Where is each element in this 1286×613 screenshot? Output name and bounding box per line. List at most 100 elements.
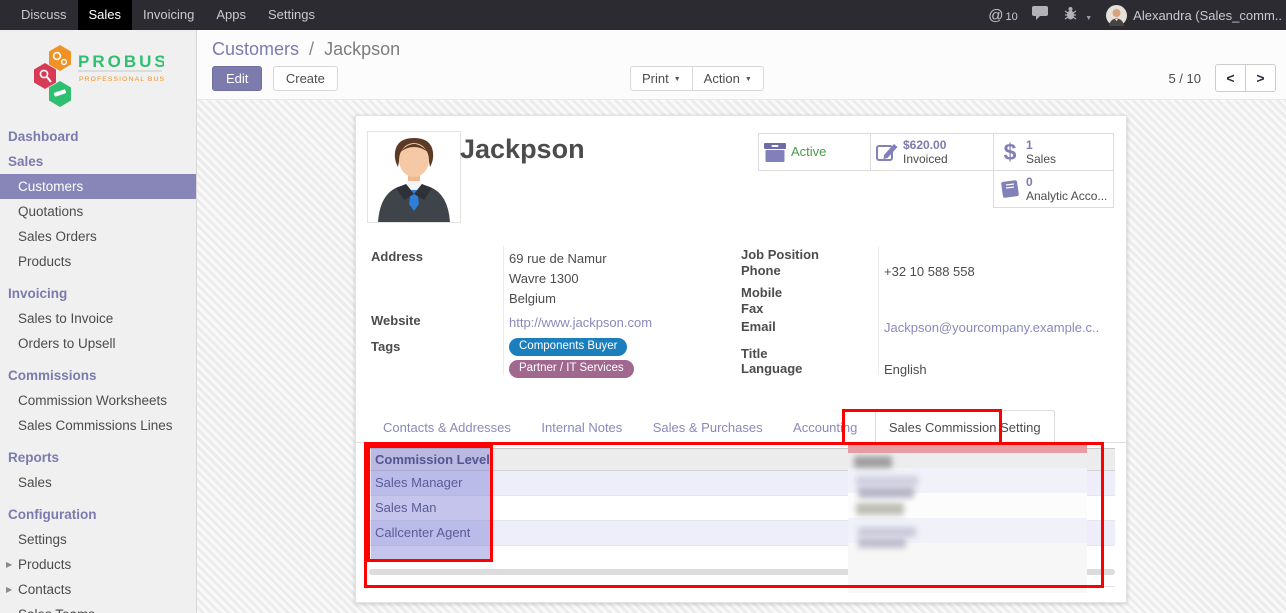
commission-level-cell: Sales Man: [369, 496, 436, 515]
customer-form: Jackpson Active $620.00 Invoiced: [355, 115, 1127, 603]
customer-photo[interactable]: [367, 131, 461, 223]
breadcrumb-customers[interactable]: Customers: [212, 39, 299, 59]
edit-note-icon: [871, 142, 903, 163]
analytic-accounts-stat-button[interactable]: 0 Analytic Acco...: [993, 170, 1114, 208]
tab-contacts-addresses[interactable]: Contacts & Addresses: [370, 411, 524, 443]
create-button[interactable]: Create: [273, 66, 338, 91]
sidebar-section-sales[interactable]: Sales: [0, 149, 196, 174]
fax-label: Fax: [741, 301, 763, 316]
redacted-value: [856, 503, 904, 515]
commission-table: Commission Level Sales Manager Sales Man…: [369, 448, 1115, 587]
sidebar-item-sales-commissions-lines[interactable]: Sales Commissions Lines: [0, 413, 196, 438]
menu-invoicing[interactable]: Invoicing: [132, 0, 205, 30]
tab-sales-commission-setting[interactable]: Sales Commission Setting: [875, 410, 1055, 444]
tag-partner-it-services[interactable]: Partner / IT Services: [509, 360, 634, 378]
active-stat-button[interactable]: Active: [758, 133, 871, 171]
sidebar-section-invoicing[interactable]: Invoicing: [0, 281, 196, 306]
expand-caret-icon[interactable]: ▶: [6, 560, 12, 569]
caret-down-icon: ▼: [745, 76, 752, 83]
sales-stat-button[interactable]: $ 1 Sales: [993, 133, 1114, 171]
menu-discuss[interactable]: Discuss: [10, 0, 78, 30]
notebook-tabs: Contacts & Addresses Internal Notes Sale…: [356, 410, 1126, 443]
sidebar-item-sales-orders[interactable]: Sales Orders: [0, 224, 196, 249]
tab-accounting[interactable]: Accounting: [780, 411, 870, 443]
sidebar-section-reports[interactable]: Reports: [0, 445, 196, 470]
pager-previous-button[interactable]: <: [1215, 64, 1246, 92]
tags-label: Tags: [371, 339, 400, 354]
caret-down-icon: ▼: [1085, 15, 1092, 22]
sidebar-item-reports-sales[interactable]: Sales: [0, 470, 196, 495]
topbar-right: @ 10 ▼ Alexandra (Sales_comm..: [988, 0, 1286, 30]
sales-count-value: 1: [1026, 138, 1056, 152]
commission-level-cell: Callcenter Agent: [369, 521, 470, 540]
column-header-commission-level[interactable]: Commission Level: [369, 449, 490, 467]
menu-settings[interactable]: Settings: [257, 0, 326, 30]
redacted-value: [854, 456, 892, 468]
archive-icon: [759, 142, 791, 163]
sidebar-section-commissions[interactable]: Commissions: [0, 363, 196, 388]
record-title: Jackpson: [460, 134, 585, 165]
website-label: Website: [371, 313, 421, 328]
redacted-value: [858, 487, 914, 498]
redacted-value: [858, 527, 916, 537]
sidebar-section-configuration[interactable]: Configuration: [0, 502, 196, 527]
sidebar-item-sales-teams[interactable]: Sales Teams: [0, 602, 196, 613]
annotation-highlight-band: [848, 444, 1087, 453]
top-navbar: Discuss Sales Invoicing Apps Settings @ …: [0, 0, 1286, 30]
user-avatar: [1106, 5, 1127, 26]
tab-internal-notes[interactable]: Internal Notes: [528, 411, 635, 443]
sidebar-item-settings[interactable]: Settings: [0, 527, 196, 552]
user-menu[interactable]: Alexandra (Sales_comm..: [1106, 5, 1282, 26]
sidebar-item-commission-worksheets[interactable]: Commission Worksheets: [0, 388, 196, 413]
book-icon: [994, 179, 1026, 199]
breadcrumb: Customers / Jackpson: [212, 39, 400, 60]
website-link[interactable]: http://www.jackpson.com: [509, 315, 652, 330]
print-button[interactable]: Print▼: [630, 66, 693, 91]
breadcrumb-separator: /: [309, 39, 314, 59]
pager-next-button[interactable]: >: [1245, 64, 1276, 92]
address-line3: Belgium: [509, 291, 556, 306]
tag-components-buyer[interactable]: Components Buyer: [509, 338, 627, 356]
job-position-label: Job Position: [741, 247, 819, 262]
user-name: Alexandra (Sales_comm..: [1133, 8, 1282, 23]
field-divider: [503, 246, 504, 375]
mentions-icon: @: [988, 7, 1003, 24]
active-label: Active: [791, 144, 826, 159]
redacted-region: [848, 444, 1087, 593]
action-button[interactable]: Action▼: [692, 66, 764, 91]
mentions-count: 10: [1006, 11, 1018, 23]
record-pager: 5 / 10 < >: [1168, 64, 1276, 92]
print-label: Print: [642, 71, 669, 86]
sidebar-item-quotations[interactable]: Quotations: [0, 199, 196, 224]
debug-menu[interactable]: ▼: [1063, 6, 1092, 25]
invoiced-stat-button[interactable]: $620.00 Invoiced: [870, 133, 994, 171]
sidebar-item-config-contacts[interactable]: ▶ Contacts: [0, 577, 196, 602]
sidebar-item-orders-to-upsell[interactable]: Orders to Upsell: [0, 331, 196, 356]
edit-button[interactable]: Edit: [212, 66, 262, 91]
redacted-value: [856, 476, 918, 486]
control-panel: Customers / Jackpson Edit Create Print▼A…: [197, 30, 1286, 100]
sidebar-item-config-products[interactable]: ▶ Products: [0, 552, 196, 577]
menu-apps[interactable]: Apps: [205, 0, 257, 30]
sidebar-item-customers[interactable]: Customers: [0, 174, 196, 199]
language-label: Language: [741, 361, 802, 376]
email-label: Email: [741, 319, 776, 334]
sidebar-menu: Dashboard Sales Customers Quotations Sal…: [0, 124, 196, 613]
logo-hex-red: [34, 63, 56, 89]
invoiced-label: Invoiced: [903, 152, 948, 166]
sidebar-item-dashboard[interactable]: Dashboard: [0, 124, 196, 149]
sales-count-label: Sales: [1026, 152, 1056, 166]
chat-icon[interactable]: [1032, 6, 1049, 25]
mentions-counter[interactable]: @ 10: [988, 7, 1017, 24]
top-menus: Discuss Sales Invoicing Apps Settings: [0, 0, 326, 30]
stat-buttons: Active $620.00 Invoiced $ 1 Sales: [758, 133, 1118, 211]
tab-sales-purchases[interactable]: Sales & Purchases: [640, 411, 776, 443]
expand-caret-icon[interactable]: ▶: [6, 585, 12, 594]
sidebar-item-products[interactable]: Products: [0, 249, 196, 274]
main-area: Customers / Jackpson Edit Create Print▼A…: [197, 30, 1286, 613]
phone-label: Phone: [741, 263, 781, 278]
sidebar-item-sales-to-invoice[interactable]: Sales to Invoice: [0, 306, 196, 331]
email-link[interactable]: Jackpson@yourcompany.example.c..: [884, 320, 1099, 335]
app-logo[interactable]: PROBUSE PROFESSIONAL BUSINESS: [32, 43, 196, 114]
menu-sales[interactable]: Sales: [78, 0, 133, 30]
